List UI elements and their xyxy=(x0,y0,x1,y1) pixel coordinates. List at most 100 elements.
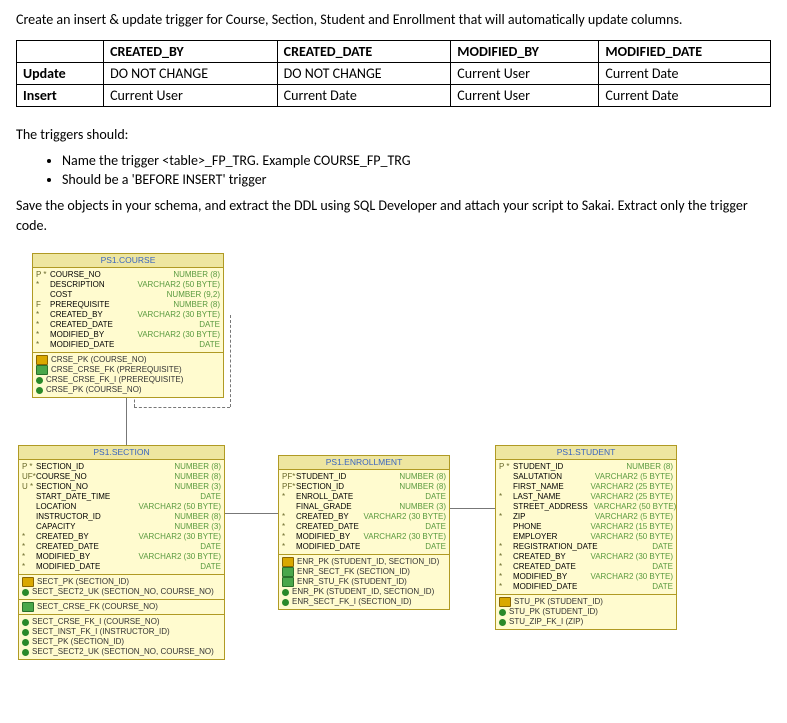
column-row: *MODIFIED_DATEDATE xyxy=(36,340,220,350)
column-row: COSTNUMBER (9,2) xyxy=(36,290,220,300)
triggers-list: Name the trigger <table>_FP_TRG. Example… xyxy=(46,152,771,188)
list-item: Should be a 'BEFORE INSERT' trigger xyxy=(62,171,771,188)
intro-text: Create an insert & update trigger for Co… xyxy=(16,10,771,30)
column-row: *LAST_NAMEVARCHAR2 (25 BYTE) xyxy=(499,492,673,502)
cell: DO NOT CHANGE xyxy=(104,62,278,84)
column-row: *REGISTRATION_DATEDATE xyxy=(499,542,673,552)
cell: Current User xyxy=(451,62,599,84)
cell: Current Date xyxy=(599,84,771,106)
column-row: *MODIFIED_BYVARCHAR2 (30 BYTE) xyxy=(499,572,673,582)
entity-section: PS1.SECTION P *SECTION_IDNUMBER (8)UF*CO… xyxy=(18,445,225,660)
column-row: *CREATED_BYVARCHAR2 (30 BYTE) xyxy=(499,552,673,562)
key-row: CRSE_CRSE_FK (PREREQUISITE) xyxy=(36,365,220,375)
key-row: STU_ZIP_FK_I (ZIP) xyxy=(499,617,673,627)
key-icon xyxy=(36,377,43,384)
entity-title: PS1.COURSE xyxy=(33,254,223,268)
column-row: PHONEVARCHAR2 (15 BYTE) xyxy=(499,522,673,532)
column-row: *MODIFIED_BYVARCHAR2 (30 BYTE) xyxy=(22,552,221,562)
entity-columns: PF*STUDENT_IDNUMBER (8)PF*SECTION_IDNUMB… xyxy=(279,470,449,555)
entity-enrollment: PS1.ENROLLMENT PF*STUDENT_IDNUMBER (8)PF… xyxy=(278,455,450,610)
column-row: LOCATIONVARCHAR2 (50 BYTE) xyxy=(22,502,221,512)
key-icon xyxy=(36,387,43,394)
key-icon xyxy=(282,577,294,587)
save-instructions: Save the objects in your schema, and ext… xyxy=(16,196,771,235)
column-row: *ENROLL_DATEDATE xyxy=(282,492,446,502)
th-blank xyxy=(17,40,104,62)
entity-student: PS1.STUDENT P *STUDENT_IDNUMBER (8)SALUT… xyxy=(495,445,677,630)
key-icon xyxy=(282,567,294,577)
column-row: *CREATED_BYVARCHAR2 (30 BYTE) xyxy=(282,512,446,522)
key-row: SECT_PK (SECTION_ID) xyxy=(22,577,221,587)
entity-keys: STU_PK (STUDENT_ID)STU_PK (STUDENT_ID)ST… xyxy=(496,595,676,629)
key-row: SECT_CRSE_FK_I (COURSE_NO) xyxy=(22,617,221,627)
column-row: START_DATE_TIMEDATE xyxy=(22,492,221,502)
connector xyxy=(126,395,127,445)
key-icon xyxy=(499,619,506,626)
column-row: *CREATED_BYVARCHAR2 (30 BYTE) xyxy=(36,310,220,320)
connector xyxy=(223,513,278,514)
row-label: Insert xyxy=(17,84,104,106)
audit-columns-table: CREATED_BY CREATED_DATE MODIFIED_BY MODI… xyxy=(16,40,771,107)
row-label: Update xyxy=(17,62,104,84)
column-row: FIRST_NAMEVARCHAR2 (25 BYTE) xyxy=(499,482,673,492)
entity-title: PS1.SECTION xyxy=(19,446,224,460)
key-row: SECT_PK (SECTION_ID) xyxy=(22,637,221,647)
connector xyxy=(134,407,230,408)
entity-keys: ENR_PK (STUDENT_ID, SECTION_ID)ENR_SECT_… xyxy=(279,555,449,609)
column-row: P *COURSE_NONUMBER (8) xyxy=(36,270,220,280)
column-row: P *SECTION_IDNUMBER (8) xyxy=(22,462,221,472)
th-modified-date: MODIFIED_DATE xyxy=(599,40,771,62)
column-row: SALUTATIONVARCHAR2 (5 BYTE) xyxy=(499,472,673,482)
column-row: *CREATED_DATEDATE xyxy=(36,320,220,330)
triggers-heading: The triggers should: xyxy=(16,125,771,145)
connector xyxy=(448,508,495,509)
connector xyxy=(230,315,231,407)
key-row: SECT_SECT2_UK (SECTION_NO, COURSE_NO) xyxy=(22,587,221,597)
entity-keys: SECT_CRSE_FK (COURSE_NO) xyxy=(19,599,224,614)
key-icon xyxy=(22,602,34,612)
column-row: *CREATED_DATEDATE xyxy=(22,542,221,552)
column-row: *CREATED_BYVARCHAR2 (30 BYTE) xyxy=(22,532,221,542)
key-icon xyxy=(22,649,29,656)
key-icon xyxy=(282,589,289,596)
th-created-by: CREATED_BY xyxy=(104,40,278,62)
th-created-date: CREATED_DATE xyxy=(277,40,451,62)
key-icon xyxy=(499,609,506,616)
column-row: *CREATED_DATEDATE xyxy=(499,562,673,572)
key-icon xyxy=(22,577,34,587)
table-row: Insert Current User Current Date Current… xyxy=(17,84,771,106)
column-row: PF*SECTION_IDNUMBER (8) xyxy=(282,482,446,492)
column-row: *MODIFIED_BYVARCHAR2 (30 BYTE) xyxy=(36,330,220,340)
column-row: P *STUDENT_IDNUMBER (8) xyxy=(499,462,673,472)
th-modified-by: MODIFIED_BY xyxy=(451,40,599,62)
key-row: CRSE_PK (COURSE_NO) xyxy=(36,385,220,395)
er-diagram: PS1.COURSE P *COURSE_NONUMBER (8)*DESCRI… xyxy=(16,253,676,653)
entity-title: PS1.STUDENT xyxy=(496,446,676,460)
key-row: ENR_PK (STUDENT_ID, SECTION_ID) xyxy=(282,587,446,597)
column-row: CAPACITYNUMBER (3) xyxy=(22,522,221,532)
entity-course: PS1.COURSE P *COURSE_NONUMBER (8)*DESCRI… xyxy=(32,253,224,398)
column-row: UF*COURSE_NONUMBER (8) xyxy=(22,472,221,482)
column-row: *MODIFIED_DATEDATE xyxy=(22,562,221,572)
key-row: SECT_CRSE_FK (COURSE_NO) xyxy=(22,602,221,612)
entity-columns: P *SECTION_IDNUMBER (8)UF*COURSE_NONUMBE… xyxy=(19,460,224,575)
column-row: U *SECTION_NONUMBER (3) xyxy=(22,482,221,492)
key-row: ENR_PK (STUDENT_ID, SECTION_ID) xyxy=(282,557,446,567)
key-row: SECT_INST_FK_I (INSTRUCTOR_ID) xyxy=(22,627,221,637)
column-row: *DESCRIPTIONVARCHAR2 (50 BYTE) xyxy=(36,280,220,290)
entity-columns: P *STUDENT_IDNUMBER (8)SALUTATIONVARCHAR… xyxy=(496,460,676,595)
key-icon xyxy=(22,619,29,626)
cell: Current Date xyxy=(277,84,451,106)
cell: Current Date xyxy=(599,62,771,84)
key-icon xyxy=(282,599,289,606)
column-row: *MODIFIED_DATEDATE xyxy=(499,582,673,592)
key-icon xyxy=(22,589,29,596)
column-row: STREET_ADDRESSVARCHAR2 (50 BYTE) xyxy=(499,502,673,512)
column-row: *ZIPVARCHAR2 (5 BYTE) xyxy=(499,512,673,522)
key-icon xyxy=(22,639,29,646)
key-row: CRSE_PK (COURSE_NO) xyxy=(36,355,220,365)
entity-keys: CRSE_PK (COURSE_NO)CRSE_CRSE_FK (PREREQU… xyxy=(33,353,223,397)
key-row: STU_PK (STUDENT_ID) xyxy=(499,597,673,607)
column-row: FINAL_GRADENUMBER (3) xyxy=(282,502,446,512)
entity-columns: P *COURSE_NONUMBER (8)*DESCRIPTIONVARCHA… xyxy=(33,268,223,353)
